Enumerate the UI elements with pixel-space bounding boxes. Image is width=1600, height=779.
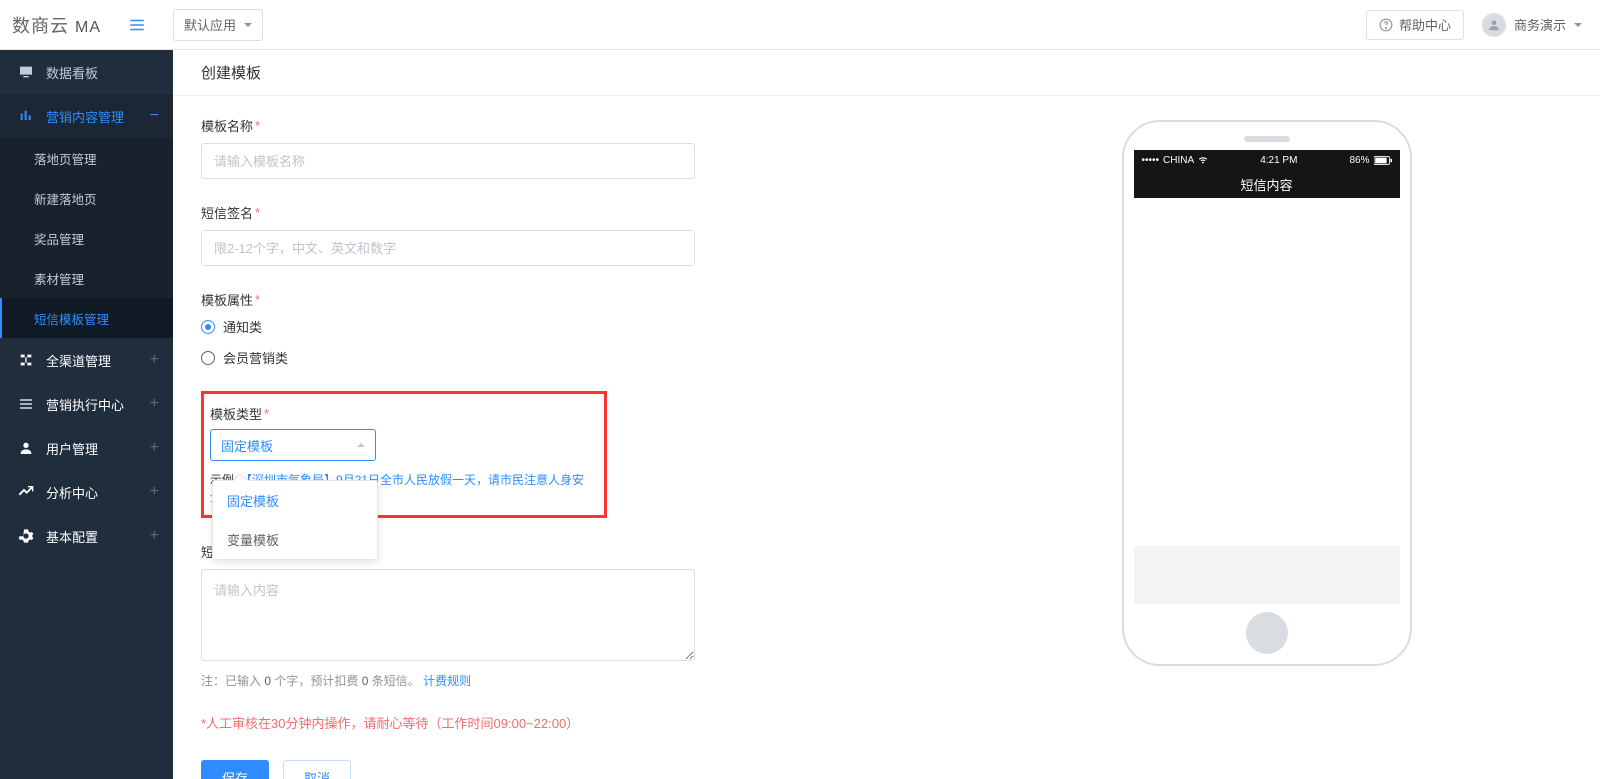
- caret-up-icon: [357, 443, 365, 447]
- trend-icon: [18, 484, 34, 500]
- cancel-button[interactable]: 取消: [283, 760, 351, 779]
- sidebar-sub-landing-mgmt[interactable]: 落地页管理: [0, 138, 173, 178]
- sidebar-item-analytics[interactable]: 分析中心 +: [0, 470, 173, 514]
- sidebar-item-basic-config[interactable]: 基本配置 +: [0, 514, 173, 558]
- phone-input-strip: [1134, 546, 1400, 604]
- user-icon: [18, 440, 34, 456]
- sidebar-item-omnichannel[interactable]: 全渠道管理 +: [0, 338, 173, 382]
- app-selector-dropdown[interactable]: 默认应用: [173, 9, 263, 41]
- sidebar-item-label: 短信模板管理: [34, 309, 109, 328]
- template-name-label: 模板名称*: [201, 116, 933, 135]
- sidebar-item-exec-center[interactable]: 营销执行中心 +: [0, 382, 173, 426]
- phone-preview: ••••• CHINA 4:21 PM 86%: [1122, 120, 1412, 666]
- phone-carrier: CHINA: [1163, 155, 1194, 166]
- phone-body: [1134, 198, 1400, 546]
- template-type-dropdown-panel: 固定模板 变量模板: [212, 480, 378, 560]
- top-header: 数商云 MA 默认应用 帮助中心 商务演示: [0, 0, 1600, 50]
- sms-content-hint: 注：已输入 0 个字，预计扣费 0 条短信。 计费规则: [201, 672, 933, 689]
- user-label: 商务演示: [1514, 15, 1566, 34]
- audit-note: *人工审核在30分钟内操作，请耐心等待（工作时间09:00~22:00）: [201, 713, 933, 732]
- sidebar-sub-prize-mgmt[interactable]: 奖品管理: [0, 218, 173, 258]
- sidebar-item-label: 落地页管理: [34, 149, 97, 168]
- billing-rules-link[interactable]: 计费规则: [423, 674, 471, 688]
- radio-icon: [201, 320, 215, 334]
- radio-label: 会员营销类: [223, 348, 288, 367]
- sidebar-item-user-mgmt[interactable]: 用户管理 +: [0, 426, 173, 470]
- plus-icon: +: [150, 439, 159, 457]
- hamburger-icon[interactable]: [119, 7, 155, 43]
- page-title: 创建模板: [173, 50, 1600, 96]
- sidebar-item-label: 数据看板: [46, 63, 98, 82]
- phone-battery-pct: 86%: [1349, 155, 1369, 166]
- sitemap-icon: [18, 352, 34, 368]
- template-type-select[interactable]: 固定模板: [210, 429, 376, 461]
- brand-text: 数商云: [12, 12, 69, 38]
- sidebar-item-label: 营销执行中心: [46, 395, 124, 414]
- brand-subtext: MA: [75, 19, 101, 37]
- sidebar-item-label: 素材管理: [34, 269, 84, 288]
- sidebar: 数据看板 营销内容管理 − 落地页管理 新建落地页 奖品管理 素材管理 短信模板…: [0, 50, 173, 779]
- radio-option-notify[interactable]: 通知类: [201, 317, 933, 336]
- gear-icon: [18, 528, 34, 544]
- sms-sign-label: 短信签名*: [201, 203, 933, 222]
- app-selector-label: 默认应用: [184, 15, 236, 34]
- plus-icon: +: [150, 395, 159, 413]
- sidebar-sub-new-landing[interactable]: 新建落地页: [0, 178, 173, 218]
- avatar-icon: [1482, 13, 1506, 37]
- battery-icon: [1374, 156, 1392, 165]
- user-menu[interactable]: 商务演示: [1482, 13, 1582, 37]
- template-attr-label: 模板属性*: [201, 290, 933, 309]
- radio-option-member[interactable]: 会员营销类: [201, 348, 933, 367]
- radio-icon: [201, 351, 215, 365]
- required-mark: *: [264, 406, 269, 421]
- sidebar-item-label: 新建落地页: [34, 189, 97, 208]
- phone-time: 4:21 PM: [1260, 155, 1297, 166]
- phone-status-bar: ••••• CHINA 4:21 PM 86%: [1134, 150, 1400, 170]
- phone-screen-title: 短信内容: [1134, 170, 1400, 198]
- sidebar-item-label: 营销内容管理: [46, 107, 124, 126]
- list-icon: [18, 396, 34, 412]
- sidebar-sub-sms-template[interactable]: 短信模板管理: [0, 298, 173, 338]
- sidebar-sub-material-mgmt[interactable]: 素材管理: [0, 258, 173, 298]
- sms-sign-input[interactable]: [201, 230, 695, 266]
- save-button[interactable]: 保存: [201, 760, 269, 779]
- chart-bar-icon: [18, 108, 34, 124]
- plus-icon: +: [150, 351, 159, 369]
- brand-logo: 数商云 MA: [12, 12, 119, 38]
- caret-down-icon: [244, 23, 252, 27]
- sidebar-item-label: 分析中心: [46, 483, 98, 502]
- required-mark: *: [255, 292, 260, 307]
- phone-home-button-icon: [1246, 612, 1288, 654]
- help-center-button[interactable]: 帮助中心: [1366, 10, 1464, 40]
- sms-content-textarea[interactable]: [201, 569, 695, 661]
- plus-icon: +: [150, 483, 159, 501]
- wifi-icon: [1198, 156, 1208, 164]
- dropdown-option-variable[interactable]: 变量模板: [213, 520, 377, 559]
- sidebar-item-dashboard[interactable]: 数据看板: [0, 50, 173, 94]
- sidebar-item-label: 奖品管理: [34, 229, 84, 248]
- sidebar-item-marketing-content[interactable]: 营销内容管理 −: [0, 94, 173, 138]
- monitor-icon: [18, 64, 34, 80]
- required-mark: *: [255, 205, 260, 220]
- signal-icon: •••••: [1142, 155, 1160, 166]
- sidebar-item-label: 基本配置: [46, 527, 98, 546]
- caret-down-icon: [1574, 23, 1582, 27]
- template-type-label: 模板类型*: [210, 404, 594, 423]
- template-type-block: 模板类型* 固定模板 示例：【深圳市气象局】9月21日全市人民放假一天，请市民注…: [201, 391, 607, 518]
- question-circle-icon: [1379, 18, 1393, 32]
- required-mark: *: [255, 118, 260, 133]
- help-center-label: 帮助中心: [1399, 15, 1451, 34]
- dropdown-option-fixed[interactable]: 固定模板: [213, 481, 377, 520]
- minus-icon: −: [150, 107, 159, 125]
- sidebar-item-label: 全渠道管理: [46, 351, 111, 370]
- select-value: 固定模板: [221, 436, 273, 455]
- sidebar-item-label: 用户管理: [46, 439, 98, 458]
- template-name-input[interactable]: [201, 143, 695, 179]
- plus-icon: +: [150, 527, 159, 545]
- phone-speaker-icon: [1244, 136, 1290, 142]
- radio-label: 通知类: [223, 317, 262, 336]
